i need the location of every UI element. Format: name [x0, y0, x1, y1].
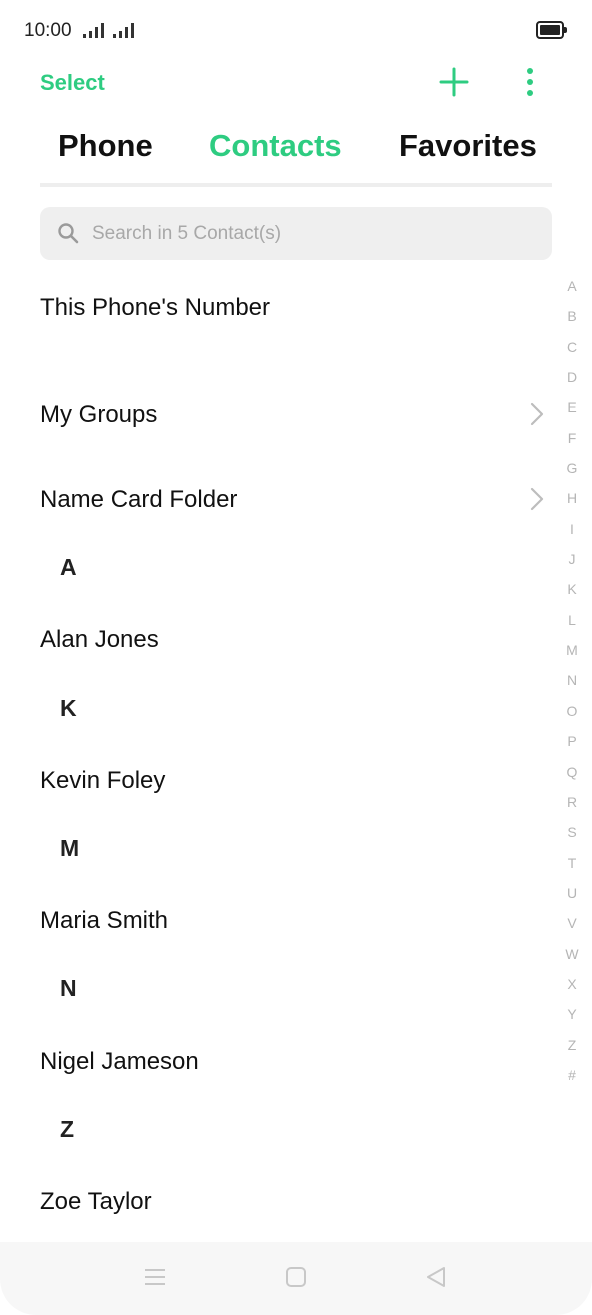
section-header: N — [60, 975, 77, 1001]
section-header: K — [60, 695, 77, 721]
section-header: Z — [60, 1116, 75, 1142]
alphabet-index-letter[interactable]: P — [560, 732, 584, 762]
alphabet-index-letter[interactable]: N — [560, 671, 584, 701]
alphabet-index-letter[interactable]: S — [560, 823, 584, 853]
alphabet-index[interactable]: A B C D E F G H I J K L M N O P Q R S T U V W X Y Z # — [560, 277, 584, 1096]
search-placeholder: Search in 5 Contact(s) — [92, 223, 282, 244]
contact-row[interactable]: Nigel Jameson — [40, 1048, 199, 1076]
signal-icon — [113, 22, 139, 38]
alphabet-index-letter[interactable]: Q — [560, 763, 584, 793]
more-vertical-icon[interactable] — [518, 64, 542, 100]
contact-row[interactable]: Maria Smith — [40, 907, 168, 935]
home-icon[interactable] — [285, 1266, 307, 1293]
menu-icon[interactable] — [144, 1266, 166, 1293]
navigation-bar — [0, 1242, 592, 1315]
alphabet-index-letter[interactable]: L — [560, 611, 584, 641]
alphabet-index-letter[interactable]: R — [560, 793, 584, 823]
status-bar: 10:00 — [0, 0, 592, 60]
alphabet-index-letter[interactable]: # — [560, 1066, 584, 1096]
alphabet-index-letter[interactable]: U — [560, 884, 584, 914]
alphabet-index-letter[interactable]: B — [560, 307, 584, 337]
alphabet-index-letter[interactable]: F — [560, 429, 584, 459]
alphabet-index-letter[interactable]: A — [560, 277, 584, 307]
back-icon[interactable] — [425, 1266, 447, 1293]
alphabet-index-letter[interactable]: E — [560, 398, 584, 428]
alphabet-index-letter[interactable]: D — [560, 368, 584, 398]
section-header: M — [60, 835, 80, 861]
chevron-right-icon — [527, 485, 547, 513]
section-header: A — [60, 554, 77, 580]
alphabet-index-letter[interactable]: W — [560, 945, 584, 975]
tab-phone[interactable]: Phone — [58, 128, 153, 164]
alphabet-index-letter[interactable]: M — [560, 641, 584, 671]
tab-bar: Phone Contacts Favorites — [40, 128, 552, 190]
alphabet-index-letter[interactable]: V — [560, 914, 584, 944]
alphabet-index-letter[interactable]: G — [560, 459, 584, 489]
tab-contacts[interactable]: Contacts — [209, 128, 342, 164]
battery-icon — [536, 21, 567, 39]
signal-icon — [83, 22, 109, 38]
select-button[interactable]: Select — [40, 70, 105, 96]
contact-row[interactable]: Zoe Taylor — [40, 1188, 152, 1216]
alphabet-index-letter[interactable]: O — [560, 702, 584, 732]
tab-divider — [40, 183, 552, 187]
alphabet-index-letter[interactable]: H — [560, 489, 584, 519]
contacts-screen: 10:00 Select Phone Contacts Favorites Se… — [0, 0, 592, 1315]
contact-row[interactable]: Kevin Foley — [40, 767, 165, 795]
alphabet-index-letter[interactable]: X — [560, 975, 584, 1005]
my-groups-row[interactable]: My Groups — [40, 401, 157, 429]
search-input[interactable]: Search in 5 Contact(s) — [40, 207, 552, 260]
alphabet-index-letter[interactable]: I — [560, 520, 584, 550]
alphabet-index-letter[interactable]: Z — [560, 1036, 584, 1066]
status-time: 10:00 — [24, 20, 72, 41]
search-icon — [57, 222, 79, 244]
alphabet-index-letter[interactable]: Y — [560, 1005, 584, 1035]
chevron-right-icon — [527, 400, 547, 428]
tab-favorites[interactable]: Favorites — [399, 128, 537, 164]
contact-row[interactable]: Alan Jones — [40, 626, 159, 654]
alphabet-index-letter[interactable]: J — [560, 550, 584, 580]
plus-icon[interactable] — [436, 64, 472, 100]
alphabet-index-letter[interactable]: K — [560, 580, 584, 610]
alphabet-index-letter[interactable]: T — [560, 854, 584, 884]
name-card-folder-row[interactable]: Name Card Folder — [40, 486, 237, 514]
this-phone-number-row[interactable]: This Phone's Number — [40, 294, 270, 322]
alphabet-index-letter[interactable]: C — [560, 338, 584, 368]
